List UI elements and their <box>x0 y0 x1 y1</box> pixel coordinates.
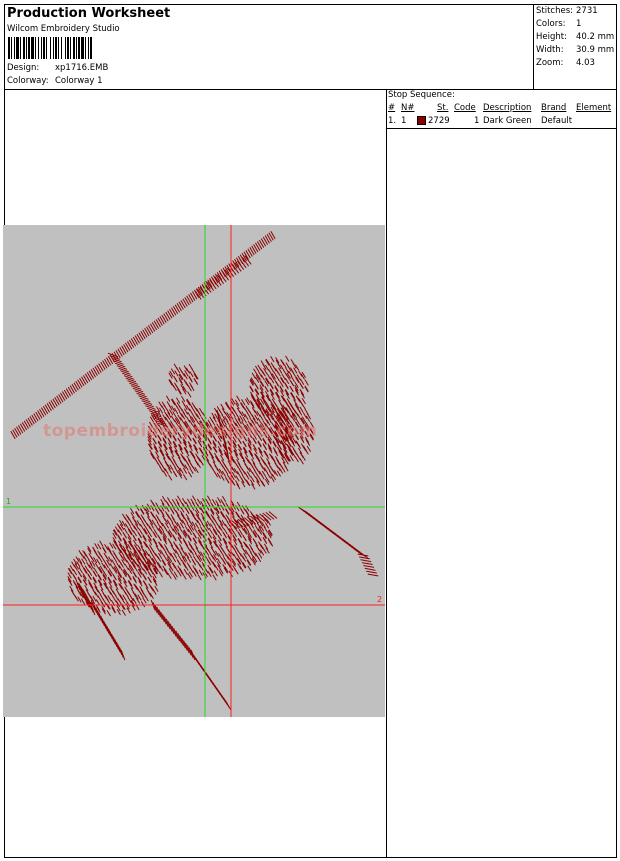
col-header-description: Description <box>483 103 532 113</box>
design-label: Design: <box>7 63 40 73</box>
embroidery-design: 1 2 <box>3 225 385 717</box>
colorway-label: Colorway: <box>7 76 49 86</box>
design-preview-pane: 1 2 topembroiderydesigns.com <box>3 89 387 857</box>
barcode-image <box>8 37 92 59</box>
colorway-value: Colorway 1 <box>55 76 103 86</box>
stats-panel: Stitches: 2731 Colors: 1 Height: 40.2 mm Wi… <box>533 5 617 89</box>
watermark-text: topembroiderydesigns.com <box>43 421 318 441</box>
colorway-row: Colorway: Colorway 1 <box>7 76 103 86</box>
thread-color-swatch <box>417 116 426 125</box>
design-row: Design: xp1716.EMB <box>7 63 108 73</box>
stat-stitches: Stitches: 2731 <box>536 6 598 16</box>
row-stitches: 2729 <box>428 116 450 126</box>
row-index: 1. <box>388 116 397 126</box>
col-header-stitches: St. <box>437 103 449 113</box>
col-header-code: Code <box>454 103 476 113</box>
col-header-index: # <box>388 103 396 113</box>
crosshair-2-label: 2 <box>377 595 382 604</box>
row-description: Dark Green <box>483 116 532 126</box>
crosshair-1-label: 1 <box>6 497 11 506</box>
stop-sequence-panel: Stop Sequence: # N# St. Code Description… <box>386 89 616 129</box>
design-canvas: 1 2 topembroiderydesigns.com <box>3 225 385 717</box>
col-header-needle: N# <box>401 103 415 113</box>
worksheet-frame: Production Worksheet Wilcom Embroidery S… <box>3 4 617 858</box>
stat-width: Width: 30.9 mm <box>536 45 615 55</box>
row-needle: 1 <box>401 116 407 126</box>
stat-zoom: Zoom: 4.03 <box>536 58 595 68</box>
page-title: Production Worksheet <box>7 6 171 21</box>
stat-colors: Colors: 1 <box>536 19 582 29</box>
col-header-element: Element <box>576 103 612 113</box>
software-name: Wilcom Embroidery Studio <box>7 24 120 34</box>
worksheet-header: Production Worksheet Wilcom Embroidery S… <box>5 5 616 90</box>
row-code: 1 <box>474 116 480 126</box>
design-value: xp1716.EMB <box>55 63 109 73</box>
col-header-brand: Brand <box>541 103 567 113</box>
stat-height: Height: 40.2 mm <box>536 32 615 42</box>
row-brand: Default <box>541 116 573 126</box>
stop-sequence-label: Stop Sequence: <box>388 90 455 100</box>
